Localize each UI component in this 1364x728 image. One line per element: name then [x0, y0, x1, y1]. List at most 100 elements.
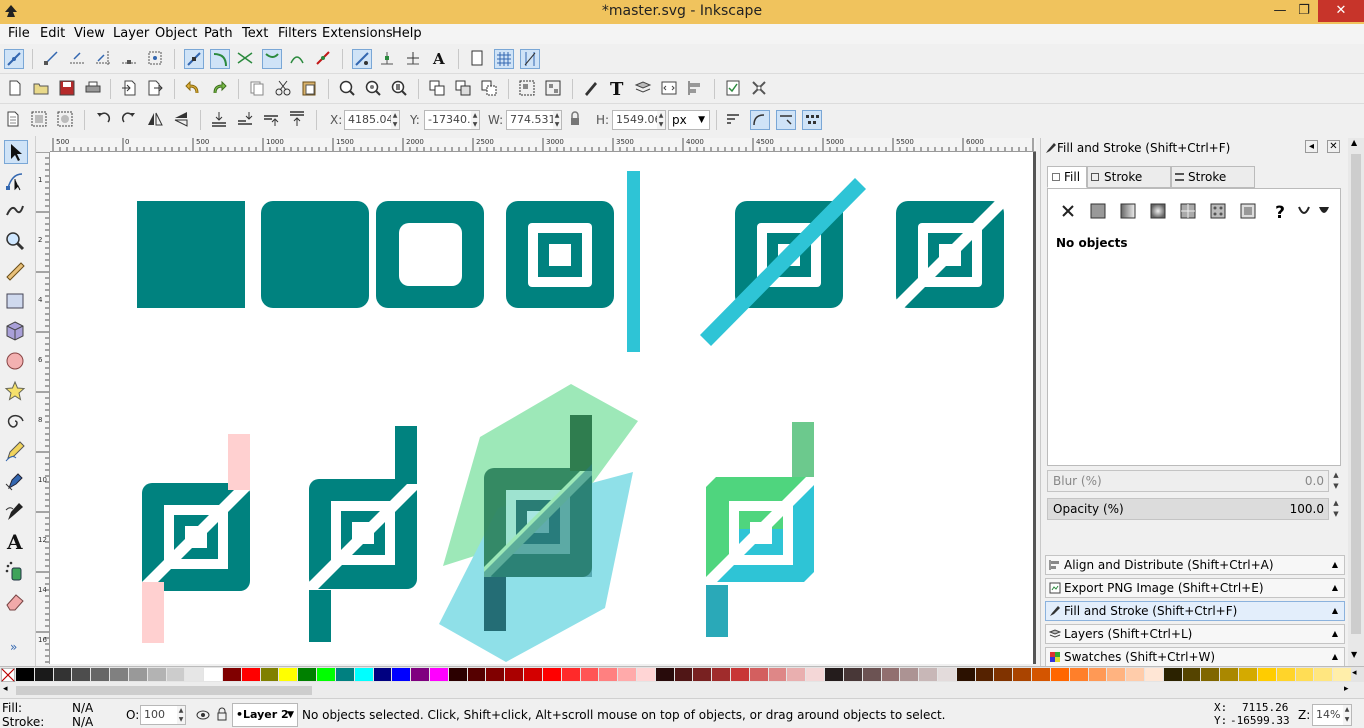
color-swatch[interactable]: [354, 668, 373, 681]
dock-close-icon[interactable]: ✕: [1327, 140, 1340, 153]
color-swatch[interactable]: [956, 668, 975, 681]
menu-file[interactable]: File: [8, 26, 30, 41]
color-swatch[interactable]: [241, 668, 260, 681]
color-swatch[interactable]: [768, 668, 787, 681]
color-swatch[interactable]: [128, 668, 147, 681]
scroll-right-icon[interactable]: ▸: [1344, 684, 1349, 694]
linear-gradient-icon[interactable]: [1120, 203, 1140, 223]
group-icon[interactable]: [518, 79, 538, 99]
align-distribute-icon[interactable]: [686, 79, 706, 99]
rotate-ccw-icon[interactable]: [94, 110, 114, 130]
open-file-icon[interactable]: [32, 79, 52, 99]
color-swatch[interactable]: [1295, 668, 1314, 681]
color-swatch[interactable]: [298, 668, 317, 681]
layer-lock-icon[interactable]: [216, 707, 228, 721]
panel-fill-stroke[interactable]: Fill and Stroke (Shift+Ctrl+F) ▲: [1045, 601, 1345, 621]
logo-variant-overlay[interactable]: [439, 384, 638, 662]
panel-layers[interactable]: Layers (Shift+Ctrl+L) ▲: [1045, 624, 1345, 644]
cut-square-shape[interactable]: [894, 186, 1010, 318]
deselect-icon[interactable]: [56, 110, 76, 130]
current-layer-select[interactable]: •Layer 2 ▼: [232, 703, 298, 727]
print-icon[interactable]: [84, 79, 104, 99]
fill-rule-nonzero-icon[interactable]: [1316, 203, 1336, 223]
opacity-status-field[interactable]: 100 ▲ ▼: [140, 705, 186, 725]
tab-stroke-paint[interactable]: Stroke paint: [1087, 166, 1171, 204]
color-swatch[interactable]: [994, 668, 1013, 681]
unit-select[interactable]: px ▼: [668, 110, 710, 130]
node-tool-icon[interactable]: [4, 170, 28, 194]
color-swatch[interactable]: [938, 668, 956, 681]
paste-icon[interactable]: [300, 79, 320, 99]
unset-paint-icon[interactable]: ?: [1270, 203, 1290, 223]
color-swatch[interactable]: [881, 668, 900, 681]
panel-swatches[interactable]: Swatches (Shift+Ctrl+W) ▲: [1045, 647, 1345, 667]
opacity-slider[interactable]: Opacity (%) 100.0: [1047, 498, 1329, 520]
snap-bbox-center-icon[interactable]: [146, 49, 166, 69]
import-icon[interactable]: [120, 79, 140, 99]
duplicate-icon[interactable]: [428, 79, 448, 99]
color-swatch[interactable]: [655, 668, 674, 681]
flat-color-icon[interactable]: [1090, 203, 1110, 223]
color-swatch[interactable]: [335, 668, 354, 681]
color-swatch[interactable]: [1088, 668, 1107, 681]
color-swatch[interactable]: [279, 668, 298, 681]
fill-stroke-icon[interactable]: [582, 79, 602, 99]
color-swatch[interactable]: [542, 668, 561, 681]
rotate-cw-icon[interactable]: [120, 110, 140, 130]
color-swatch[interactable]: [712, 668, 731, 681]
color-swatch[interactable]: [1069, 668, 1088, 681]
zoom-drawing-icon[interactable]: [364, 79, 384, 99]
fill-rule-evenodd-icon[interactable]: [1296, 203, 1316, 223]
drawing-canvas[interactable]: [50, 152, 1036, 664]
measure-tool-icon[interactable]: [4, 260, 28, 284]
snap-cusp-icon[interactable]: [262, 49, 282, 69]
scroll-down-icon[interactable]: ▼: [1351, 650, 1357, 659]
square-shape[interactable]: [137, 201, 245, 308]
hscroll-thumb[interactable]: [16, 686, 312, 695]
color-swatch[interactable]: [1126, 668, 1144, 681]
hollow-square-shape[interactable]: [376, 201, 484, 308]
color-swatch[interactable]: [317, 668, 335, 681]
color-swatch[interactable]: [1201, 668, 1220, 681]
color-swatch[interactable]: [91, 668, 110, 681]
scale-corners-icon[interactable]: [750, 110, 770, 130]
new-document-icon[interactable]: [6, 79, 26, 99]
maximize-button[interactable]: ❐: [1290, 0, 1318, 22]
width-field[interactable]: 774.531 ▲ ▼: [506, 110, 562, 130]
swatch-icon[interactable]: [1240, 203, 1260, 223]
select-all-layers-icon[interactable]: [30, 110, 50, 130]
color-swatch[interactable]: [1107, 668, 1126, 681]
logo-variant-teal[interactable]: [309, 426, 417, 642]
vertical-bar-shape[interactable]: [627, 171, 640, 352]
color-swatch[interactable]: [222, 668, 241, 681]
color-swatch[interactable]: [825, 668, 843, 681]
lock-proportions-icon[interactable]: [566, 110, 586, 130]
color-swatch[interactable]: [900, 668, 919, 681]
copy-icon[interactable]: [248, 79, 268, 99]
logo-variant-pink[interactable]: [142, 434, 250, 643]
layer-visibility-icon[interactable]: [196, 708, 210, 722]
color-swatch[interactable]: [693, 668, 712, 681]
color-swatch[interactable]: [486, 668, 505, 681]
star-tool-icon[interactable]: [4, 380, 28, 404]
pencil-tool-icon[interactable]: [4, 440, 28, 464]
close-button[interactable]: ✕: [1318, 0, 1364, 22]
more-tools-icon[interactable]: »: [4, 640, 28, 660]
lower-icon[interactable]: [236, 110, 256, 130]
color-swatch[interactable]: [53, 668, 72, 681]
color-swatch[interactable]: [1013, 668, 1032, 681]
zoom-page-icon[interactable]: [390, 79, 410, 99]
menu-path[interactable]: Path: [204, 26, 233, 41]
rounded-square-shape[interactable]: [261, 201, 369, 308]
color-swatch[interactable]: [1333, 668, 1351, 681]
select-all-icon[interactable]: [4, 110, 24, 130]
rectangle-tool-icon[interactable]: [4, 290, 28, 314]
mesh-gradient-icon[interactable]: [1180, 203, 1200, 223]
slashed-square-shape[interactable]: [700, 178, 866, 346]
color-swatch[interactable]: [749, 668, 768, 681]
color-swatch[interactable]: [636, 668, 655, 681]
snap-bbox-edge-icon[interactable]: [68, 49, 88, 69]
color-swatch[interactable]: [185, 668, 204, 681]
color-swatch[interactable]: [674, 668, 693, 681]
color-swatch[interactable]: [618, 668, 636, 681]
